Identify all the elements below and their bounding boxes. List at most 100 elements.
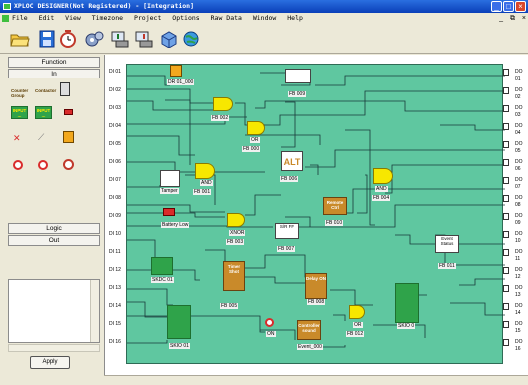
do-terminal[interactable] [503, 195, 509, 202]
cube-icon[interactable] [159, 29, 179, 49]
tamper-label: Tamper [160, 188, 179, 194]
do-terminal[interactable] [503, 339, 509, 346]
document-icon [2, 15, 9, 22]
menu-project[interactable]: Project [134, 14, 161, 22]
tab-function[interactable]: Function [8, 57, 100, 68]
fb006-label: FB 006 [280, 176, 299, 182]
do-terminal[interactable] [503, 303, 509, 310]
on-indicator-icon[interactable] [265, 318, 274, 327]
apply-button[interactable]: Apply [30, 356, 70, 369]
property-area [8, 279, 100, 343]
fb004-label: FB 004 [372, 195, 391, 201]
close-button[interactable]: × [515, 1, 526, 12]
window-title: XPLOC DESIGNER(Not Registered) - [Integr… [14, 2, 195, 10]
vertical-scrollbar[interactable] [90, 280, 99, 342]
controller-sound-block[interactable]: Controller sound [297, 320, 321, 340]
design-canvas[interactable]: DI 01 DI 02 DI 03 DI 04 DI 05 DI 06 DI 0… [104, 55, 528, 385]
menu-view[interactable]: View [65, 14, 81, 22]
menu-window[interactable]: Window [253, 14, 276, 22]
do-label: DO 04 [515, 123, 523, 136]
palette-wand-icon[interactable]: ⟋ [38, 133, 44, 142]
remote-ctrl-block[interactable]: Remote Ctrl [323, 197, 347, 215]
palette-input-2[interactable]: INPUT ... [35, 106, 52, 119]
mdi-restore-button[interactable]: ⧉ [510, 15, 515, 22]
palette-counter-group[interactable]: Counter Group [11, 88, 33, 98]
horizontal-scrollbar[interactable] [8, 344, 100, 352]
mdi-close-button[interactable]: × [522, 15, 526, 22]
do-label: DO 07 [515, 177, 523, 190]
battery-icon[interactable] [163, 208, 175, 216]
timer-shot-block[interactable]: Timer Shot [223, 261, 245, 291]
download-icon[interactable] [134, 29, 154, 49]
do-terminal[interactable] [503, 177, 509, 184]
or-gate-fb000[interactable] [247, 121, 265, 135]
fb005-label: FB 005 [220, 303, 239, 309]
globe-icon[interactable] [182, 29, 202, 49]
do-terminal[interactable] [503, 267, 509, 274]
delay-on-block[interactable]: Delay ON [305, 273, 327, 299]
do-terminal[interactable] [503, 159, 509, 166]
do-terminal[interactable] [503, 231, 509, 238]
do-terminal[interactable] [503, 69, 509, 76]
and-tag-2: AND [375, 186, 388, 192]
counter-block[interactable] [285, 69, 311, 83]
palette-off-icon[interactable] [13, 160, 23, 170]
palette-door-icon[interactable] [63, 131, 74, 143]
palette-battery-icon[interactable] [64, 109, 73, 115]
do-terminal[interactable] [503, 285, 509, 292]
do-terminal[interactable] [503, 213, 509, 220]
event-status-block[interactable]: Event Status [435, 235, 459, 253]
palette-relay-icon[interactable] [60, 82, 70, 96]
skio-block[interactable] [395, 283, 419, 323]
do-label: DO 14 [515, 303, 523, 316]
do-terminal[interactable] [503, 141, 509, 148]
palette-cross-icon[interactable]: ✕ [13, 134, 21, 143]
minimize-button[interactable]: _ [491, 1, 502, 12]
menu-help[interactable]: Help [287, 14, 303, 22]
menu-timezone[interactable]: Timezone [92, 14, 123, 22]
tab-out[interactable]: Out [8, 235, 100, 246]
dr-block[interactable] [170, 65, 182, 77]
palette-on-icon[interactable] [38, 160, 48, 170]
menu-raw-data[interactable]: Raw Data [211, 14, 242, 22]
clock-icon[interactable] [58, 29, 78, 49]
mdi-minimize-button[interactable]: _ [499, 15, 503, 22]
srff-block[interactable]: S/R FF [275, 223, 299, 239]
di-label: DI 08 [109, 195, 121, 201]
skio0-label: SKIO 0 [397, 323, 416, 329]
or-gate-fb002[interactable] [213, 97, 233, 111]
dr-label: DR 01_000 [167, 79, 195, 85]
menu-options[interactable]: Options [172, 14, 199, 22]
palette-timer-icon[interactable] [63, 159, 74, 170]
di-label: DI 11 [109, 249, 121, 255]
tab-logic[interactable]: Logic [8, 223, 100, 234]
do-label: DO 08 [515, 195, 523, 208]
or-gate-fb012[interactable] [349, 305, 365, 319]
maximize-button[interactable]: □ [503, 1, 514, 12]
skdc-block[interactable] [151, 257, 173, 275]
do-terminal[interactable] [503, 249, 509, 256]
do-terminal[interactable] [503, 123, 509, 130]
skio01-block[interactable] [167, 305, 191, 339]
and-gate-fb001[interactable] [195, 163, 215, 179]
menu-edit[interactable]: Edit [39, 14, 55, 22]
save-icon[interactable] [37, 29, 57, 49]
and-gate-fb004[interactable] [373, 168, 393, 184]
status-bar [104, 375, 528, 385]
palette-contactor[interactable]: Contactor [35, 88, 56, 93]
palette-input-1[interactable]: INPUT ... [11, 106, 28, 119]
open-folder-icon[interactable] [10, 29, 30, 49]
fb011-label: FB 011 [438, 263, 456, 269]
settings-icon[interactable] [84, 29, 104, 49]
menu-file[interactable]: File [12, 14, 28, 22]
alt-block[interactable]: ALT [281, 151, 303, 171]
xnor-gate[interactable] [227, 213, 245, 227]
do-label: DO 16 [515, 339, 523, 352]
do-label: DO 03 [515, 105, 523, 118]
do-terminal[interactable] [503, 321, 509, 328]
do-terminal[interactable] [503, 87, 509, 94]
di-label: DI 14 [109, 303, 121, 309]
tamper-block[interactable] [160, 170, 180, 187]
do-terminal[interactable] [503, 105, 509, 112]
upload-icon[interactable] [110, 29, 130, 49]
